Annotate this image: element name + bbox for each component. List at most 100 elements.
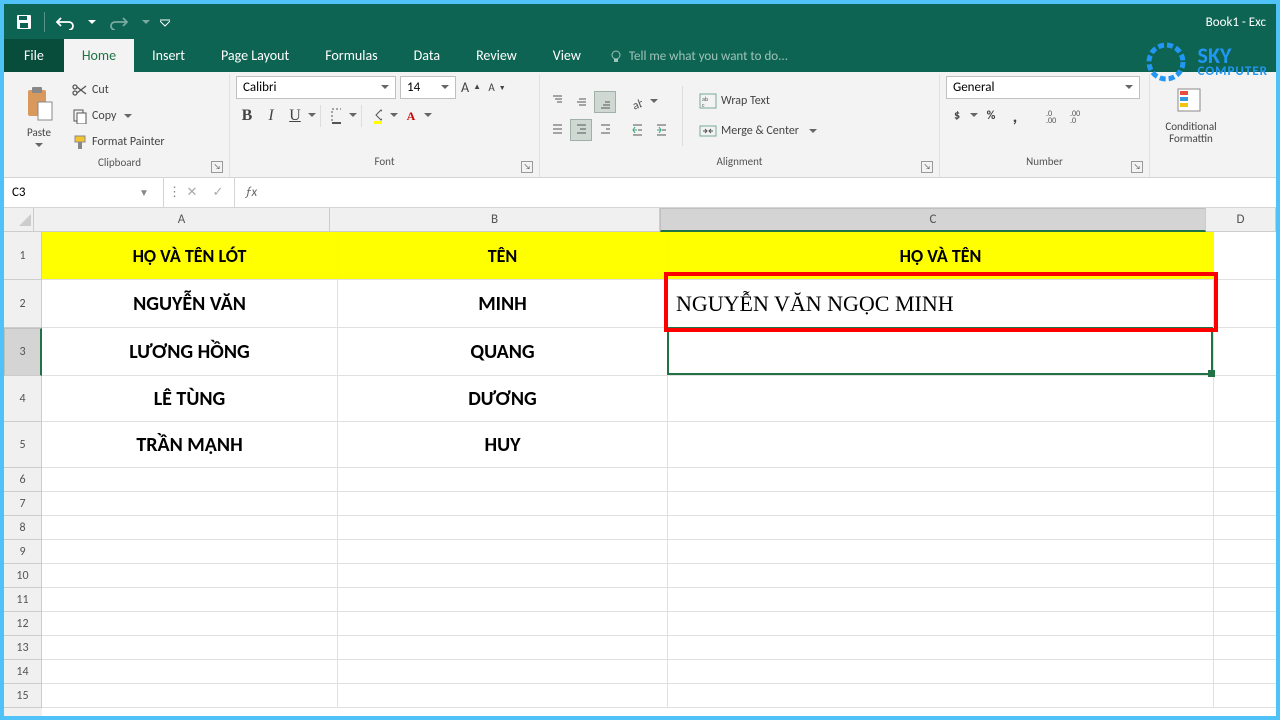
conditional-formatting-button[interactable]: Conditional Formattin <box>1156 76 1226 156</box>
increase-font-size[interactable]: A▲ <box>460 76 482 98</box>
cell-C8[interactable] <box>668 516 1214 540</box>
row-header-1[interactable]: 1 <box>4 232 42 280</box>
name-box-input[interactable] <box>4 185 134 200</box>
cell-C14[interactable] <box>668 660 1214 684</box>
cell-D2[interactable] <box>1214 280 1276 328</box>
row-header-2[interactable]: 2 <box>4 280 42 328</box>
cell-D12[interactable] <box>1214 612 1276 636</box>
cell-A13[interactable] <box>42 636 338 660</box>
cell-D1[interactable] <box>1214 232 1276 280</box>
cell-D3[interactable] <box>1214 328 1276 376</box>
format-painter-button[interactable]: Format Painter <box>66 130 171 154</box>
qat-customize[interactable] <box>155 6 175 38</box>
cell-A2[interactable]: NGUYỄN VĂN <box>42 280 338 328</box>
cell-B12[interactable] <box>338 612 668 636</box>
cell-D8[interactable] <box>1214 516 1276 540</box>
fx-label[interactable]: ƒx <box>235 178 267 207</box>
align-bottom[interactable] <box>594 91 616 113</box>
tab-home[interactable]: Home <box>64 39 134 72</box>
cell-D11[interactable] <box>1214 588 1276 612</box>
cell-B2[interactable]: MINH <box>338 280 668 328</box>
cell-B8[interactable] <box>338 516 668 540</box>
row-header-8[interactable]: 8 <box>4 516 42 540</box>
alignment-dialog-launcher[interactable]: ↘ <box>921 161 933 173</box>
align-right[interactable] <box>594 119 616 141</box>
tab-insert[interactable]: Insert <box>134 39 203 72</box>
cell-B13[interactable] <box>338 636 668 660</box>
cell-B1[interactable]: TÊN <box>338 232 668 280</box>
font-name-select[interactable]: Calibri <box>236 76 396 99</box>
undo-button[interactable] <box>47 6 83 38</box>
align-middle[interactable] <box>570 91 592 113</box>
cell-C5[interactable] <box>668 422 1214 468</box>
cell-B7[interactable] <box>338 492 668 516</box>
col-header-A[interactable]: A <box>34 208 330 232</box>
cell-D9[interactable] <box>1214 540 1276 564</box>
row-header-7[interactable]: 7 <box>4 492 42 516</box>
accept-formula[interactable]: ✓ <box>206 185 230 200</box>
copy-button[interactable]: Copy <box>66 104 171 128</box>
cell-C7[interactable] <box>668 492 1214 516</box>
cell-C2[interactable]: NGUYỄN VĂN NGỌC MINH <box>668 280 1214 328</box>
cell-C12[interactable] <box>668 612 1214 636</box>
row-header-4[interactable]: 4 <box>4 376 42 422</box>
row-header-9[interactable]: 9 <box>4 540 42 564</box>
cell-A12[interactable] <box>42 612 338 636</box>
comma-format[interactable]: , <box>1004 105 1026 127</box>
undo-dropdown[interactable] <box>85 6 99 38</box>
accounting-format[interactable]: $ <box>946 105 968 127</box>
cell-B6[interactable] <box>338 468 668 492</box>
cell-B11[interactable] <box>338 588 668 612</box>
select-all-corner[interactable] <box>4 208 34 232</box>
cell-C6[interactable] <box>668 468 1214 492</box>
row-header-11[interactable]: 11 <box>4 588 42 612</box>
cell-B14[interactable] <box>338 660 668 684</box>
cell-A15[interactable] <box>42 684 338 708</box>
tab-view[interactable]: View <box>535 39 599 72</box>
paste-button[interactable]: Paste <box>16 76 62 156</box>
cell-C3[interactable] <box>668 328 1214 376</box>
cell-D6[interactable] <box>1214 468 1276 492</box>
align-left[interactable] <box>546 119 568 141</box>
cell-D15[interactable] <box>1214 684 1276 708</box>
wrap-text-button[interactable]: abcWrap Text <box>693 89 823 113</box>
cell-C9[interactable] <box>668 540 1214 564</box>
border-button[interactable] <box>325 105 347 127</box>
cell-C4[interactable] <box>668 376 1214 422</box>
align-center[interactable] <box>570 119 592 141</box>
clipboard-dialog-launcher[interactable]: ↘ <box>211 161 223 173</box>
align-top[interactable] <box>546 91 568 113</box>
cell-A14[interactable] <box>42 660 338 684</box>
cut-button[interactable]: Cut <box>66 78 171 102</box>
tab-formulas[interactable]: Formulas <box>307 39 395 72</box>
cell-C11[interactable] <box>668 588 1214 612</box>
cell-D5[interactable] <box>1214 422 1276 468</box>
tab-data[interactable]: Data <box>396 39 458 72</box>
row-header-3[interactable]: 3 <box>4 328 42 376</box>
decrease-indent[interactable] <box>626 119 648 141</box>
cell-A10[interactable] <box>42 564 338 588</box>
cell-B9[interactable] <box>338 540 668 564</box>
font-color-button[interactable]: A <box>400 105 422 127</box>
cell-A11[interactable] <box>42 588 338 612</box>
bold-button[interactable]: B <box>236 105 258 127</box>
save-button[interactable] <box>6 6 42 38</box>
underline-button[interactable]: U <box>284 105 306 127</box>
col-header-C[interactable]: C <box>660 208 1206 232</box>
cell-A3[interactable]: LƯƠNG HỒNG <box>42 328 338 376</box>
cell-A1[interactable]: HỌ VÀ TÊN LÓT <box>42 232 338 280</box>
cell-A8[interactable] <box>42 516 338 540</box>
col-header-B[interactable]: B <box>330 208 660 232</box>
cell-D13[interactable] <box>1214 636 1276 660</box>
cell-C13[interactable] <box>668 636 1214 660</box>
font-dialog-launcher[interactable]: ↘ <box>521 161 533 173</box>
cell-B4[interactable]: DƯƠNG <box>338 376 668 422</box>
increase-indent[interactable] <box>650 119 672 141</box>
redo-button[interactable] <box>101 6 137 38</box>
name-box[interactable]: ▼ <box>4 178 164 207</box>
cell-D14[interactable] <box>1214 660 1276 684</box>
row-header-12[interactable]: 12 <box>4 612 42 636</box>
cell-A7[interactable] <box>42 492 338 516</box>
decrease-font-size[interactable]: A▼ <box>486 76 508 98</box>
tab-file[interactable]: File <box>4 39 64 72</box>
